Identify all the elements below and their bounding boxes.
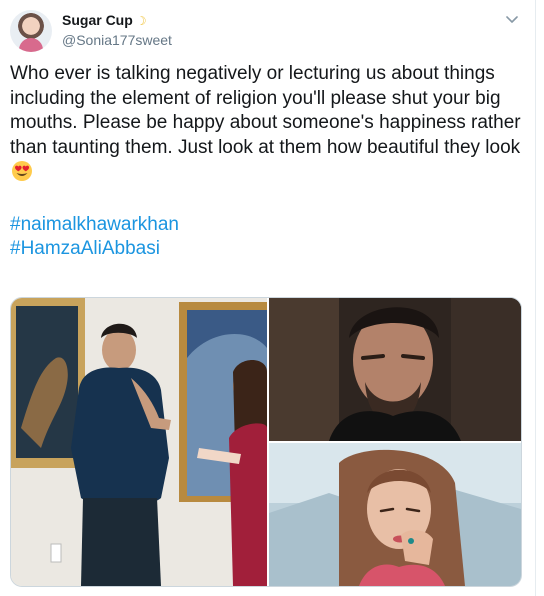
crescent-moon-icon: ☽ [135, 14, 147, 28]
chevron-down-icon[interactable] [504, 12, 520, 28]
media-grid [10, 297, 522, 587]
display-name: Sugar Cup [62, 12, 133, 28]
display-name-row: Sugar Cup ☽ [62, 11, 172, 30]
photo-couple-painting[interactable] [11, 298, 267, 586]
user-names[interactable]: Sugar Cup ☽ @Sonia177sweet [62, 11, 172, 49]
hashtag-link[interactable]: #naimalkhawarkhan [10, 214, 179, 235]
heart-eyes-emoji [11, 160, 33, 190]
hashtag-list: #naimalkhawarkhan #HamzaAliAbbasi [10, 213, 522, 262]
hashtag-link[interactable]: #HamzaAliAbbasi [10, 238, 160, 259]
photo-woman-portrait[interactable] [269, 443, 521, 586]
tweet-body: Who ever is talking negatively or lectur… [10, 63, 521, 158]
photo-man-portrait[interactable] [269, 298, 521, 441]
tweet-card: Sugar Cup ☽ @Sonia177sweet Who ever is ta… [0, 0, 536, 596]
avatar[interactable] [10, 10, 52, 52]
avatar-shirt [19, 38, 43, 52]
user-handle: @Sonia177sweet [62, 32, 172, 48]
tweet-text: Who ever is talking negatively or lectur… [10, 62, 522, 262]
tweet-header: Sugar Cup ☽ @Sonia177sweet [10, 10, 526, 54]
